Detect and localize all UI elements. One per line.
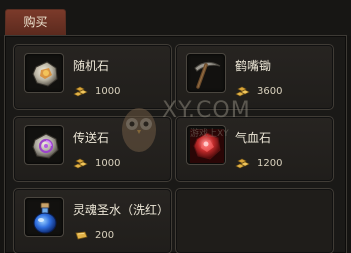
empty-item-slot [175, 188, 334, 253]
pickaxe-icon [194, 62, 221, 89]
holy-water-potion-icon [33, 202, 57, 234]
item-price: 1200 [257, 158, 283, 169]
item-slot[interactable] [24, 197, 64, 237]
shop-item-holy-water[interactable]: 灵魂圣水（洗红） 200 [13, 188, 172, 253]
item-name: 鹤嘴锄 [235, 59, 272, 73]
gold-ingots-icon [73, 86, 88, 97]
gold-ingots-icon [235, 86, 250, 97]
item-slot[interactable] [24, 53, 64, 93]
item-price: 1000 [95, 158, 121, 169]
teleport-stone-icon [32, 133, 59, 159]
item-slot[interactable] [186, 125, 226, 165]
shop-item-pickaxe[interactable]: 鹤嘴锄 3600 [175, 44, 334, 110]
hp-stone-icon [190, 129, 224, 163]
tab-bar: 购买 [0, 0, 351, 36]
item-name: 随机石 [73, 59, 110, 73]
tab-buy[interactable]: 购买 [5, 9, 66, 35]
shop-item-teleport-stone[interactable]: 传送石 1000 [13, 116, 172, 182]
item-name: 传送石 [73, 131, 110, 145]
item-price: 3600 [257, 86, 283, 97]
random-stone-icon [32, 61, 58, 87]
gold-ingots-icon [235, 158, 250, 169]
item-name: 气血石 [235, 131, 272, 145]
shop-item-random-stone[interactable]: 随机石 1000 [13, 44, 172, 110]
gold-bar-icon [75, 231, 88, 240]
item-name: 灵魂圣水（洗红） [73, 203, 170, 217]
shop-panel: 随机石 1000 鹤嘴锄 3600 传送石 1000 气血石 1200 灵魂圣水… [4, 35, 347, 253]
item-price: 1000 [95, 86, 121, 97]
gold-ingots-icon [73, 158, 88, 169]
item-price: 200 [95, 230, 115, 241]
item-slot[interactable] [186, 53, 226, 93]
item-slot[interactable] [24, 125, 64, 165]
shop-item-hp-stone[interactable]: 气血石 1200 [175, 116, 334, 182]
